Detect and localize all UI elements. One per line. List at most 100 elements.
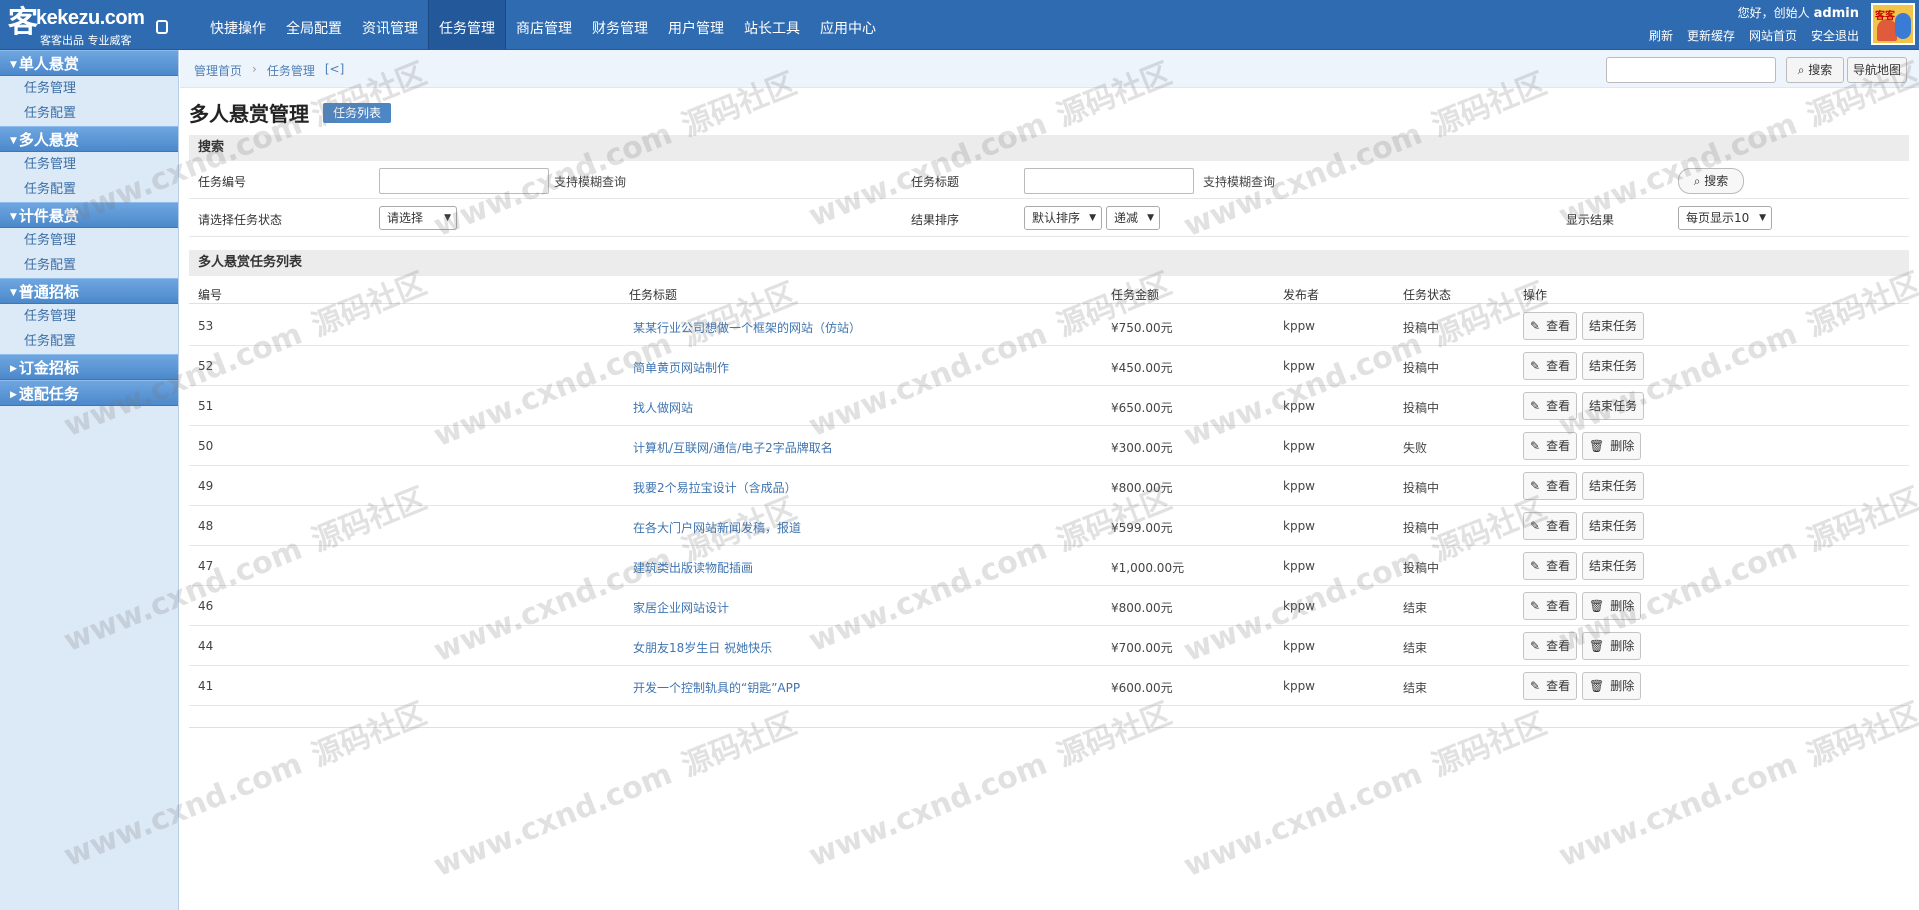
sidebar-group-single-reward[interactable]: ▼ 单人悬赏 xyxy=(0,50,178,76)
avatar[interactable]: 客客 xyxy=(1871,3,1915,45)
task-id-input[interactable] xyxy=(379,168,549,194)
view-button[interactable]: ✎ 查看 xyxy=(1523,352,1578,380)
sidebar-item-task-management[interactable]: 任务管理 xyxy=(0,228,178,253)
status-select[interactable]: 请选择 ▼ xyxy=(379,206,457,230)
sidebar-group-multi-reward[interactable]: ▼ 多人悬赏 xyxy=(0,126,178,152)
nav-quick-actions[interactable]: 快捷操作 xyxy=(200,0,276,50)
sort-select[interactable]: 默认排序 ▼ xyxy=(1024,206,1102,230)
search-button[interactable]: ⌕ 搜索 xyxy=(1678,168,1744,194)
end-task-button[interactable]: 结束任务 xyxy=(1582,512,1645,540)
nav-global-config[interactable]: 全局配置 xyxy=(276,0,352,50)
end-task-button[interactable]: 结束任务 xyxy=(1582,472,1645,500)
sidebar-group-deposit-bid[interactable]: ▶ 订金招标 xyxy=(0,354,178,380)
end-task-button[interactable]: 结束任务 xyxy=(1582,552,1645,580)
cell-status: 投稿中 xyxy=(1403,321,1440,335)
cell-title-link[interactable]: 建筑类出版读物配插画 xyxy=(633,559,753,576)
view-button[interactable]: ✎ 查看 xyxy=(1523,552,1578,580)
table-row: 51 找人做网站 ¥650.00元 kppw 投稿中 ✎ 查看 结束任务 xyxy=(189,386,1909,426)
view-button[interactable]: ✎ 查看 xyxy=(1523,432,1578,460)
table-row: 49 我要2个易拉宝设计（含成品） ¥800.00元 kppw 投稿中 ✎ 查看 结束任务 xyxy=(189,466,1909,506)
site-logo[interactable]: 客 kekezu.com 客客出品 专业威客 xyxy=(8,4,173,47)
view-button[interactable]: ✎ 查看 xyxy=(1523,672,1578,700)
nav-news[interactable]: 资讯管理 xyxy=(352,0,428,50)
view-button[interactable]: ✎ 查看 xyxy=(1523,472,1578,500)
end-task-button[interactable]: 结束任务 xyxy=(1582,392,1645,420)
delete-button[interactable]: 🗑 删除 xyxy=(1582,672,1642,700)
cell-title-link[interactable]: 我要2个易拉宝设计（含成品） xyxy=(633,479,797,496)
top-search-input[interactable] xyxy=(1606,57,1776,83)
tab-task-list[interactable]: 任务列表 xyxy=(323,103,392,123)
update-cache-link[interactable]: 更新缓存 xyxy=(1687,27,1735,44)
nav-finance[interactable]: 财务管理 xyxy=(582,0,658,50)
refresh-link[interactable]: 刷新 xyxy=(1649,27,1673,44)
breadcrumb-task-management[interactable]: 任务管理 xyxy=(267,62,315,79)
nav-shop[interactable]: 商店管理 xyxy=(506,0,582,50)
site-home-link[interactable]: 网站首页 xyxy=(1749,27,1797,44)
search-row-2: 请选择任务状态 请选择 ▼ 结果排序 默认排序 ▼ 递减 ▼ 显示结果 每页显示10 ▼ xyxy=(189,199,1909,237)
sidebar-group-normal-bid[interactable]: ▼ 普通招标 xyxy=(0,278,178,304)
sitemap-button[interactable]: 导航地图 xyxy=(1847,57,1907,83)
sidebar-item-task-config[interactable]: 任务配置 xyxy=(0,329,178,354)
cell-title-link[interactable]: 开发一个控制轨具的“钥匙”APP xyxy=(633,679,800,696)
table-header: 编号 任务标题 任务金额 发布者 任务状态 操作 xyxy=(189,282,1909,304)
view-button[interactable]: ✎ 查看 xyxy=(1523,632,1578,660)
delete-button[interactable]: 🗑 删除 xyxy=(1582,632,1642,660)
cell-publisher: kppw xyxy=(1283,439,1315,453)
nav-apps[interactable]: 应用中心 xyxy=(810,0,886,50)
sidebar-item-task-config[interactable]: 任务配置 xyxy=(0,101,178,126)
nav-users[interactable]: 用户管理 xyxy=(658,0,734,50)
cell-publisher: kppw xyxy=(1283,319,1315,333)
caret-down-icon: ▼ xyxy=(10,60,17,70)
sidebar-item-task-config[interactable]: 任务配置 xyxy=(0,177,178,202)
cell-title-link[interactable]: 简单黄页网站制作 xyxy=(633,359,729,376)
cell-title-link[interactable]: 女朋友18岁生日 祝她快乐 xyxy=(633,639,772,656)
sidebar-group-quick-match[interactable]: ▶ 速配任务 xyxy=(0,380,178,406)
delete-button[interactable]: 🗑 删除 xyxy=(1582,592,1642,620)
sidebar-item-task-management[interactable]: 任务管理 xyxy=(0,152,178,177)
column-header-id: 编号 xyxy=(198,288,223,302)
trash-icon: 🗑 xyxy=(1589,599,1605,613)
sidebar-item-task-management[interactable]: 任务管理 xyxy=(0,76,178,101)
main-content: 管理首页 › 任务管理 [<] ⌕ 搜索 导航地图 多人悬赏管理 任务列表 搜索… xyxy=(180,50,1919,910)
order-select[interactable]: 递减 ▼ xyxy=(1106,206,1160,230)
cell-title-link[interactable]: 计算机/互联网/通信/电子2字品牌取名 xyxy=(633,439,833,456)
table-row: 50 计算机/互联网/通信/电子2字品牌取名 ¥300.00元 kppw 失败 ✎ 查看 🗑 删… xyxy=(189,426,1909,466)
sidebar: ▼ 单人悬赏 任务管理 任务配置 ▼ 多人悬赏 任务管理 任务配置 ▼ 计件悬赏 任务… xyxy=(0,50,179,910)
cell-title-link[interactable]: 找人做网站 xyxy=(633,399,693,416)
page-size-select[interactable]: 每页显示10 ▼ xyxy=(1678,206,1772,230)
logout-link[interactable]: 安全退出 xyxy=(1811,27,1859,44)
view-button[interactable]: ✎ 查看 xyxy=(1523,512,1578,540)
task-title-input[interactable] xyxy=(1024,168,1194,194)
cell-status: 失败 xyxy=(1403,441,1428,455)
sidebar-item-task-config[interactable]: 任务配置 xyxy=(0,253,178,278)
caret-down-icon: ▼ xyxy=(10,288,17,298)
view-button[interactable]: ✎ 查看 xyxy=(1523,592,1578,620)
delete-button[interactable]: 🗑 删除 xyxy=(1582,432,1642,460)
end-task-button[interactable]: 结束任务 xyxy=(1582,312,1645,340)
pencil-icon: ✎ xyxy=(1530,679,1541,693)
end-task-button[interactable]: 结束任务 xyxy=(1582,352,1645,380)
sort-label: 结果排序 xyxy=(911,213,960,227)
sidebar-group-piece-reward[interactable]: ▼ 计件悬赏 xyxy=(0,202,178,228)
cell-title-link[interactable]: 某某行业公司想做一个框架的网站（仿站） xyxy=(633,319,861,336)
nav-tools[interactable]: 站长工具 xyxy=(734,0,810,50)
cell-title-link[interactable]: 家居企业网站设计 xyxy=(633,599,729,616)
nav-task-management[interactable]: 任务管理 xyxy=(428,0,506,50)
view-button[interactable]: ✎ 查看 xyxy=(1523,312,1578,340)
sidebar-item-task-management[interactable]: 任务管理 xyxy=(0,304,178,329)
dropdown-arrow-icon: ▼ xyxy=(1759,213,1766,223)
view-button[interactable]: ✎ 查看 xyxy=(1523,392,1578,420)
table-row: 53 某某行业公司想做一个框架的网站（仿站） ¥750.00元 kppw 投稿中 ✎ 查看结… xyxy=(189,306,1909,346)
cell-id: 46 xyxy=(198,599,214,613)
column-header-title: 任务标题 xyxy=(629,288,678,302)
cell-amount: ¥800.00元 xyxy=(1111,601,1173,615)
pencil-icon: ✎ xyxy=(1530,399,1541,413)
breadcrumb-back[interactable]: [<] xyxy=(325,62,344,79)
pencil-icon: ✎ xyxy=(1530,519,1541,533)
trash-icon: 🗑 xyxy=(1589,639,1605,653)
breadcrumb-home[interactable]: 管理首页 xyxy=(194,62,242,79)
cell-title-link[interactable]: 在各大门户网站新闻发稿，报道 xyxy=(633,519,801,536)
top-search-button[interactable]: ⌕ 搜索 xyxy=(1786,57,1844,83)
task-title-hint: 支持模糊查询 xyxy=(1203,175,1276,189)
column-header-publisher: 发布者 xyxy=(1283,288,1320,302)
